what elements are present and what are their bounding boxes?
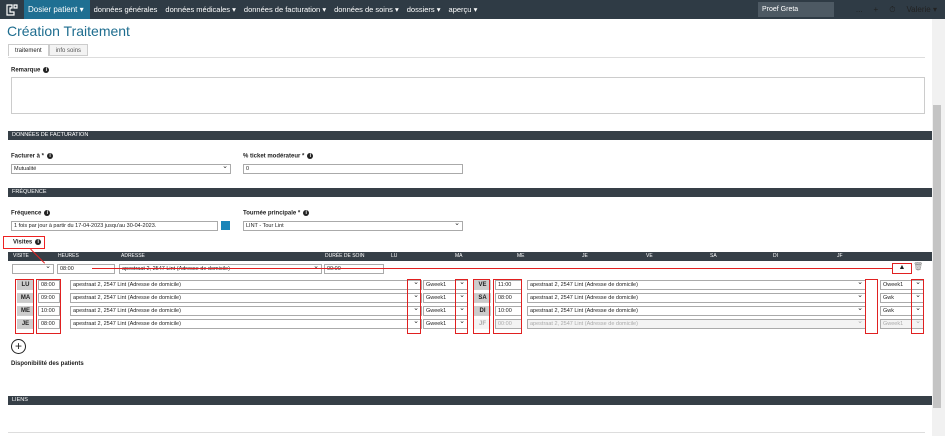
brand-label: Dosier patient <box>28 5 78 14</box>
col-heures: HEURES <box>58 253 79 259</box>
facturer-select[interactable]: Mutualité <box>11 163 231 174</box>
annotation-week-col-right <box>911 279 924 334</box>
frequence-input[interactable]: 1 fois par jour à partir du 17-04-2023 j… <box>11 221 218 231</box>
tournee-select[interactable]: LINT - Tour Lint <box>243 220 463 231</box>
scrollbar-thumb[interactable] <box>933 105 941 408</box>
facturer-label: Facturer à * i <box>11 153 54 160</box>
day-address-select[interactable]: apestraat 2, 2547 Lint (Adresse de domic… <box>527 305 866 316</box>
annotation-day-col <box>15 279 34 334</box>
more-menu[interactable]: ... <box>856 5 863 14</box>
col-adresse: ADRESSE <box>121 253 145 259</box>
ticket-label: % ticket modérateur * i <box>243 153 314 160</box>
frequence-label: Fréquence i <box>11 210 51 217</box>
divider <box>8 432 925 433</box>
section-liens: LIENS <box>8 396 933 405</box>
day-address-select[interactable]: apestraat 2, 2547 Lint (Adresse de domic… <box>70 305 422 316</box>
day-address-select[interactable]: apestraat 2, 2547 Lint (Adresse de domic… <box>70 279 422 290</box>
menu-dossiers[interactable]: dossiers ▾ <box>403 5 445 14</box>
day-address-select[interactable]: apestraat 2, 2547 Lint (Adresse de domic… <box>70 318 422 329</box>
visite-select[interactable] <box>12 263 54 274</box>
day-address-select[interactable]: apestraat 2, 2547 Lint (Adresse de domic… <box>527 292 866 303</box>
app-logo-icon[interactable] <box>0 0 24 19</box>
col-di: DI <box>773 253 778 259</box>
menu-donnees-generales[interactable]: données générales <box>90 5 162 14</box>
visites-table-header: VISITE HEURES ADRESSE DURÉE DE SOIN LU M… <box>8 252 933 261</box>
divider <box>8 57 925 58</box>
col-ve: VE <box>646 253 653 259</box>
tab-traitement[interactable]: traitement <box>8 44 49 56</box>
menu-apercu[interactable]: aperçu ▾ <box>445 5 482 14</box>
frequence-edit-button[interactable] <box>221 221 230 230</box>
col-lu: LU <box>391 253 398 259</box>
info-icon: i <box>303 210 310 216</box>
info-icon: i <box>44 210 51 216</box>
annotation-time-col <box>36 279 61 334</box>
annotation-time-col-right <box>493 279 522 334</box>
menu-donnees-medicales[interactable]: données médicales ▾ <box>161 5 240 14</box>
delete-icon[interactable]: 🗑 <box>913 262 923 271</box>
page-title: Création Traitement <box>7 23 130 39</box>
ticket-input[interactable]: 0 <box>243 164 463 174</box>
add-visit-icon[interactable]: + <box>11 339 26 354</box>
annotation-address-col-right <box>865 279 878 334</box>
info-icon: i <box>43 67 50 73</box>
col-je: JE <box>582 253 588 259</box>
patient-search-box[interactable]: Proef Greta <box>758 2 834 17</box>
info-icon: i <box>35 239 42 245</box>
add-icon[interactable]: + <box>874 5 879 14</box>
remarque-label: Remarque i <box>11 67 50 74</box>
day-address-select[interactable]: apestraat 2, 2547 Lint (Adresse de domic… <box>527 279 866 290</box>
col-sa: SA <box>710 253 717 259</box>
day-address-select[interactable]: apestraat 2, 2547 Lint (Adresse de domic… <box>527 318 866 329</box>
dispo-label: Disponibilité des patients <box>11 361 84 367</box>
remarque-textarea[interactable] <box>11 77 925 114</box>
visites-label: Visites i <box>13 239 42 246</box>
tournee-label: Tournée principale * i <box>243 210 310 217</box>
info-icon: i <box>307 153 314 159</box>
annotation-address-col <box>407 279 421 334</box>
col-jf: JF <box>837 253 843 259</box>
tab-bar: traitement info soins <box>8 44 89 56</box>
annotation-day-col-right <box>473 279 490 334</box>
user-menu[interactable]: Valerie ▾ <box>906 5 937 14</box>
annotation-arrow <box>92 268 892 270</box>
col-ma: MA <box>455 253 463 259</box>
menu-donnees-soins[interactable]: données de soins ▾ <box>330 5 403 14</box>
annotation-week-col <box>455 279 468 334</box>
top-right-actions: ... + ⏱ Valerie ▾ <box>856 0 937 19</box>
info-icon: i <box>47 153 54 159</box>
col-visite: VISITE <box>13 253 29 259</box>
tab-info-soins[interactable]: info soins <box>48 44 89 56</box>
brand-menu[interactable]: Dosier patient ▾ <box>24 0 90 19</box>
collapse-button[interactable]: ▲ <box>892 263 912 274</box>
section-facturation: DONNÉES DE FACTURATION <box>8 131 933 140</box>
timer-icon[interactable]: ⏱ <box>889 5 895 15</box>
col-duree: DURÉE DE SOIN <box>325 253 365 259</box>
col-me: ME <box>517 253 525 259</box>
day-address-select[interactable]: apestraat 2, 2547 Lint (Adresse de domic… <box>70 292 422 303</box>
section-frequence: FRÉQUENCE <box>8 188 933 197</box>
menu-donnees-facturation[interactable]: données de facturation ▾ <box>240 5 330 14</box>
